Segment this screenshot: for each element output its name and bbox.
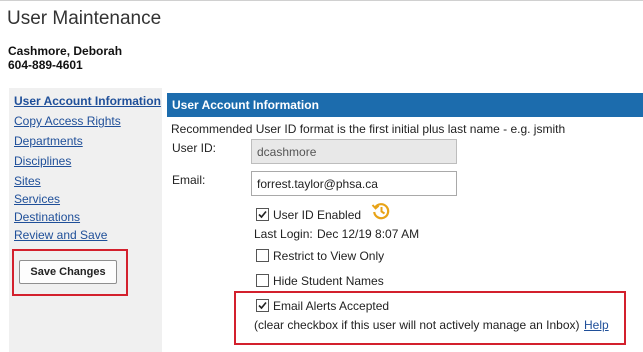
email-field[interactable] (251, 171, 457, 196)
user-id-format-hint: Recommended User ID format is the first … (171, 122, 566, 136)
user-name: Cashmore, Deborah (8, 44, 123, 58)
last-login-label: Last Login: (254, 227, 313, 241)
hide-student-names-label: Hide Student Names (273, 274, 384, 288)
email-label: Email: (172, 173, 206, 187)
user-id-field[interactable] (251, 139, 457, 164)
highlight-box-email-alerts (234, 291, 626, 345)
sidebar-item-review-and-save[interactable]: Review and Save (14, 228, 107, 242)
last-login-value: Dec 12/19 8:07 AM (317, 227, 420, 241)
sidebar-item-destinations[interactable]: Destinations (14, 210, 80, 224)
page-title: User Maintenance (7, 8, 162, 29)
sidebar-item-sites[interactable]: Sites (14, 174, 41, 188)
sidebar-item-services[interactable]: Services (14, 192, 60, 206)
sidebar: User Account Information Copy Access Rig… (9, 88, 162, 352)
panel-header: User Account Information (167, 93, 643, 117)
sidebar-item-disciplines[interactable]: Disciplines (14, 154, 71, 168)
user-id-enabled-checkbox[interactable] (256, 208, 269, 221)
top-border (0, 0, 643, 1)
highlight-box-save (12, 249, 128, 296)
restrict-view-checkbox[interactable] (256, 249, 269, 262)
user-id-label: User ID: (172, 141, 217, 155)
user-id-enabled-label: User ID Enabled (273, 208, 362, 222)
hide-student-names-checkbox[interactable] (256, 274, 269, 287)
user-phone: 604-889-4601 (8, 58, 83, 72)
sidebar-item-copy-access-rights[interactable]: Copy Access Rights (14, 114, 121, 128)
sidebar-item-user-account-information[interactable]: User Account Information (14, 94, 161, 108)
checkmark-icon (258, 210, 267, 219)
history-icon[interactable] (371, 201, 391, 221)
sidebar-item-departments[interactable]: Departments (14, 134, 83, 148)
restrict-view-label: Restrict to View Only (273, 249, 385, 263)
